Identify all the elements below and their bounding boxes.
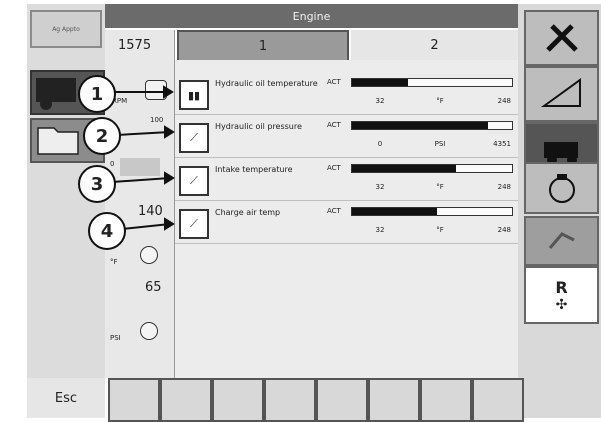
tools-button[interactable] (524, 10, 599, 66)
softkey-8[interactable] (472, 378, 524, 422)
engine-button[interactable] (524, 162, 599, 214)
softkey-7[interactable] (420, 378, 472, 422)
hand-button[interactable] (524, 216, 599, 266)
reverse-fan-label: R (555, 277, 568, 297)
callout-4: 4 (88, 212, 126, 250)
softkey-5[interactable] (316, 378, 368, 422)
hand-icon (548, 232, 575, 249)
softkey-6[interactable] (368, 378, 420, 422)
engine-icon (548, 174, 575, 203)
slope-icon (540, 78, 581, 107)
callout-3: 3 (78, 165, 116, 203)
softkey-3[interactable] (212, 378, 264, 422)
reverse-fan-icon: ✣ (555, 296, 568, 313)
softkey-1[interactable] (108, 378, 160, 422)
reverse-fan-button[interactable]: R ✣ (524, 266, 599, 324)
tools-icon (545, 24, 578, 52)
callout-2: 2 (83, 117, 121, 155)
callout-1: 1 (78, 75, 116, 113)
slope-button[interactable] (524, 66, 599, 122)
softkey-4[interactable] (264, 378, 316, 422)
callout-arrows (111, 85, 175, 231)
softkey-2[interactable] (160, 378, 212, 422)
